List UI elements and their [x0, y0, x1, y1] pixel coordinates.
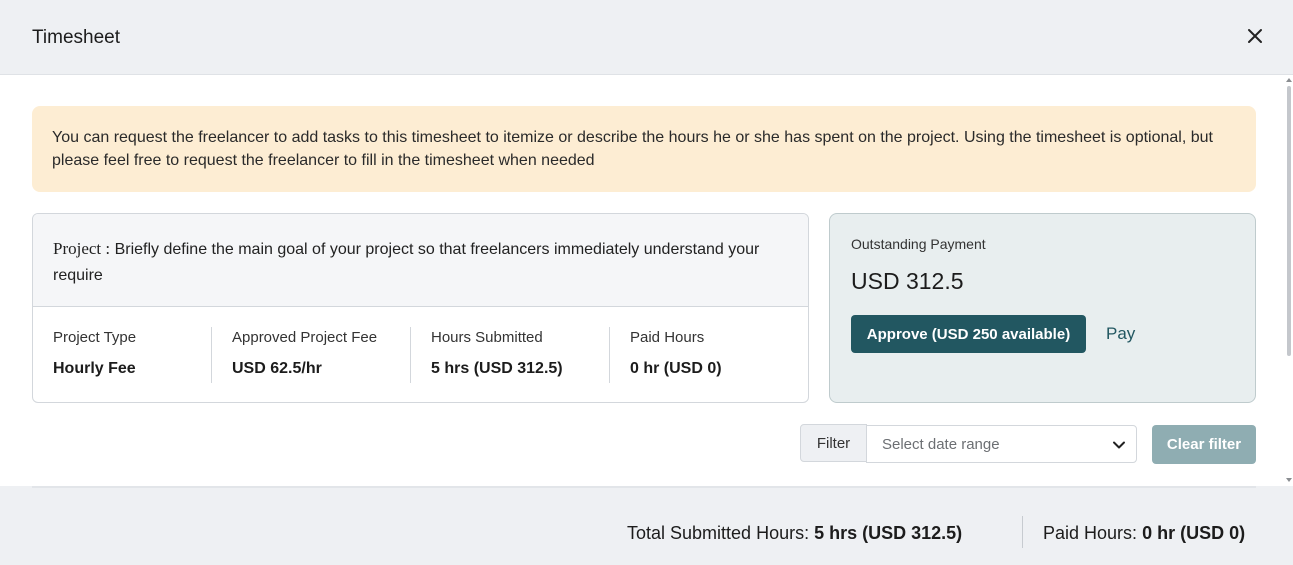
stat-paid-hours: Paid Hours 0 hr (USD 0)	[630, 325, 722, 383]
footer-divider	[32, 486, 1256, 488]
project-card: Project : Briefly define the main goal o…	[32, 213, 809, 403]
stat-divider	[211, 327, 212, 383]
date-range-select[interactable]: Select date range	[866, 425, 1137, 463]
stat-value: 5 hrs (USD 312.5)	[431, 360, 563, 377]
outstanding-payment-card: Outstanding Payment USD 312.5 Approve (U…	[829, 213, 1256, 403]
info-notice: You can request the freelancer to add ta…	[32, 106, 1256, 192]
project-description-text: Briefly define the main goal of your pro…	[53, 241, 760, 284]
outstanding-payment-label: Outstanding Payment	[851, 236, 986, 252]
date-range-placeholder: Select date range	[882, 435, 1000, 453]
dialog-header: Timesheet	[0, 0, 1293, 75]
scrollbar[interactable]	[1285, 76, 1293, 486]
project-label: Project :	[53, 239, 111, 258]
outstanding-payment-amount: USD 312.5	[851, 268, 964, 294]
approve-button[interactable]: Approve (USD 250 available)	[851, 315, 1086, 353]
total-submitted-value: 5 hrs (USD 312.5)	[814, 523, 963, 543]
scroll-up-arrow[interactable]	[1286, 78, 1292, 82]
stat-hours-submitted: Hours Submitted 5 hrs (USD 312.5)	[431, 325, 563, 383]
scroll-thumb[interactable]	[1287, 86, 1291, 356]
stat-divider	[609, 327, 610, 383]
stat-label: Paid Hours	[630, 329, 705, 346]
stat-divider	[410, 327, 411, 383]
total-submitted-label: Total Submitted Hours:	[627, 523, 810, 543]
clear-filter-button[interactable]: Clear filter	[1152, 425, 1256, 464]
project-description: Project : Briefly define the main goal o…	[33, 214, 808, 307]
footer-separator	[1022, 516, 1023, 548]
chevron-down-icon	[1113, 441, 1125, 449]
footer-paid-hours: Paid Hours: 0 hr (USD 0)	[1043, 523, 1245, 544]
dialog-title: Timesheet	[32, 27, 120, 48]
stat-label: Project Type	[53, 329, 137, 346]
close-icon	[1248, 29, 1262, 43]
footer-paid-value: 0 hr (USD 0)	[1142, 523, 1246, 543]
footer-paid-label: Paid Hours:	[1043, 523, 1138, 543]
stat-project-type: Project Type Hourly Fee	[53, 325, 136, 383]
total-submitted-hours: Total Submitted Hours: 5 hrs (USD 312.5)	[627, 523, 962, 544]
close-button[interactable]	[1240, 22, 1270, 50]
stat-value: USD 62.5/hr	[232, 360, 322, 377]
stat-label: Approved Project Fee	[232, 329, 378, 346]
scroll-down-arrow[interactable]	[1286, 478, 1292, 482]
stat-approved-fee: Approved Project Fee USD 62.5/hr	[232, 325, 377, 383]
filter-label: Filter	[800, 424, 867, 462]
pay-link[interactable]: Pay	[1106, 324, 1135, 344]
summary-footer: Total Submitted Hours: 5 hrs (USD 312.5)…	[0, 486, 1293, 565]
project-stats: Project Type Hourly Fee Approved Project…	[33, 307, 808, 402]
stat-value: Hourly Fee	[53, 360, 136, 377]
stat-value: 0 hr (USD 0)	[630, 360, 722, 377]
stat-label: Hours Submitted	[431, 329, 543, 346]
